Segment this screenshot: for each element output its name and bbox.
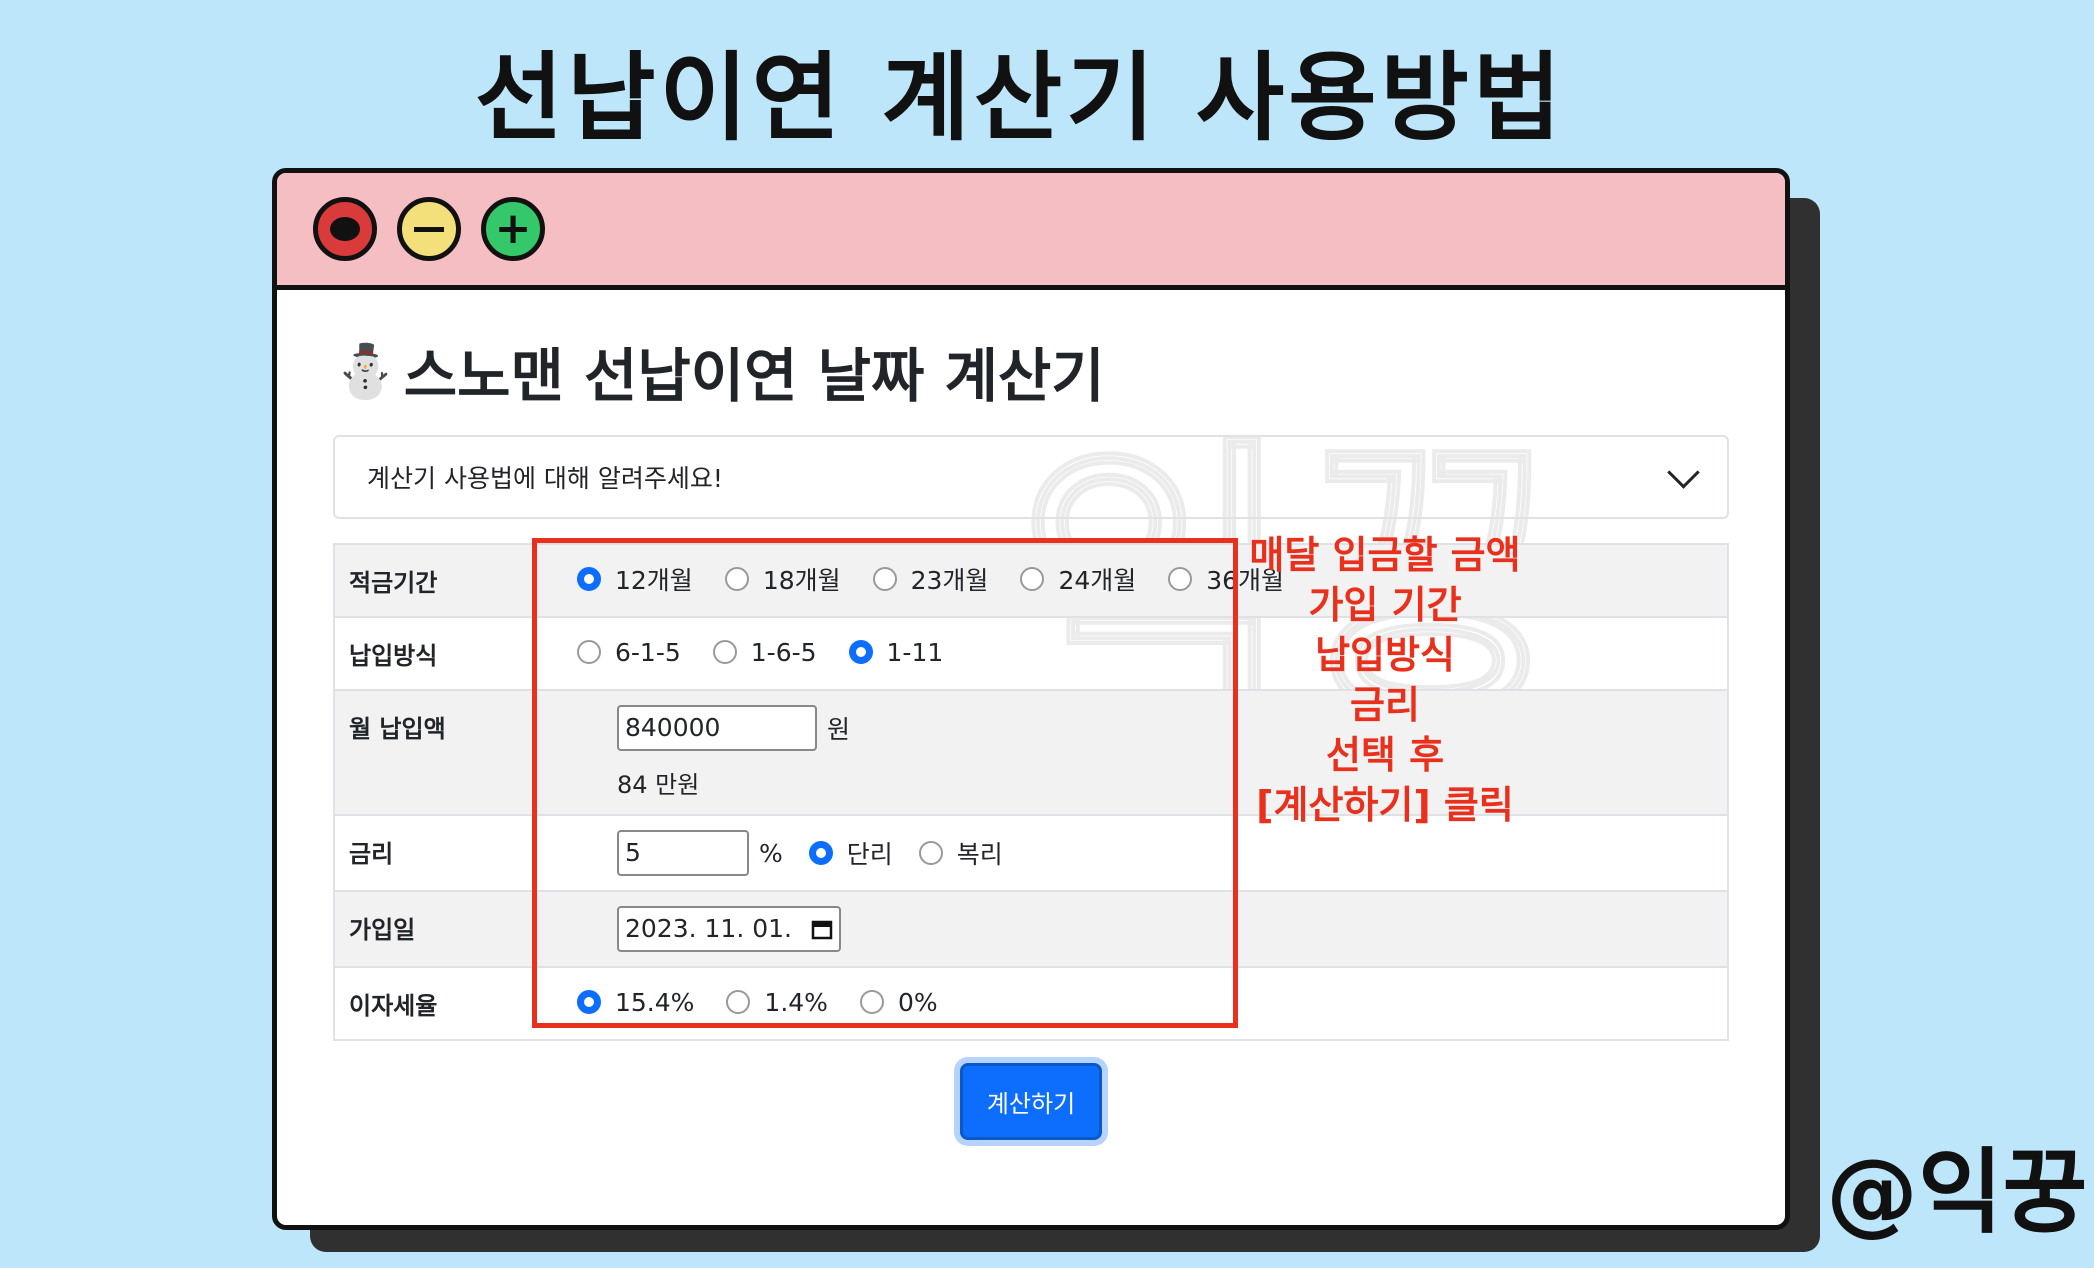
usage-accordion[interactable]: 계산기 사용법에 대해 알려주세요! [333,435,1729,519]
annotation-line: 매달 입금할 금액 [1249,533,1521,577]
rate-label: 금리 [334,815,563,892]
close-icon [330,217,360,241]
author-handle: @익꿍 [1826,1139,2088,1246]
maximize-button[interactable]: + [481,197,545,261]
join-date-label: 가입일 [334,891,563,968]
method-label: 납입방식 [334,617,563,691]
monthly-label: 월 납입액 [334,690,563,816]
minimize-icon [414,226,444,232]
period-label: 적금기간 [334,544,563,618]
title-bar: + [277,173,1785,290]
annotation-line: 납입방식 [1315,633,1455,677]
chevron-down-icon [1667,455,1700,489]
annotation-line: [계산하기] 클릭 [1256,783,1514,827]
minimize-button[interactable] [397,197,461,261]
accordion-label: 계산기 사용법에 대해 알려주세요! [367,464,723,493]
calculate-button[interactable]: 계산하기 [959,1063,1103,1140]
annotation-line: 가입 기간 [1308,583,1462,627]
snowman-icon: ⛄ [333,341,398,402]
close-button[interactable] [313,197,377,261]
headline: 선납이연 계산기 사용방법 [474,42,1566,154]
highlight-box [532,538,1238,1028]
annotation-line: 선택 후 [1325,733,1445,777]
page-title: ⛄ 스노맨 선납이연 날짜 계산기 [333,333,1729,411]
plus-icon: + [494,203,532,254]
page-title-text: 스노맨 선납이연 날짜 계산기 [403,342,1105,410]
tax-label: 이자세율 [334,967,563,1041]
annotation: 매달 입금할 금액 가입 기간 납입방식 금리 선택 후 [계산하기] 클릭 [1240,530,1530,830]
annotation-line: 금리 [1350,683,1420,727]
